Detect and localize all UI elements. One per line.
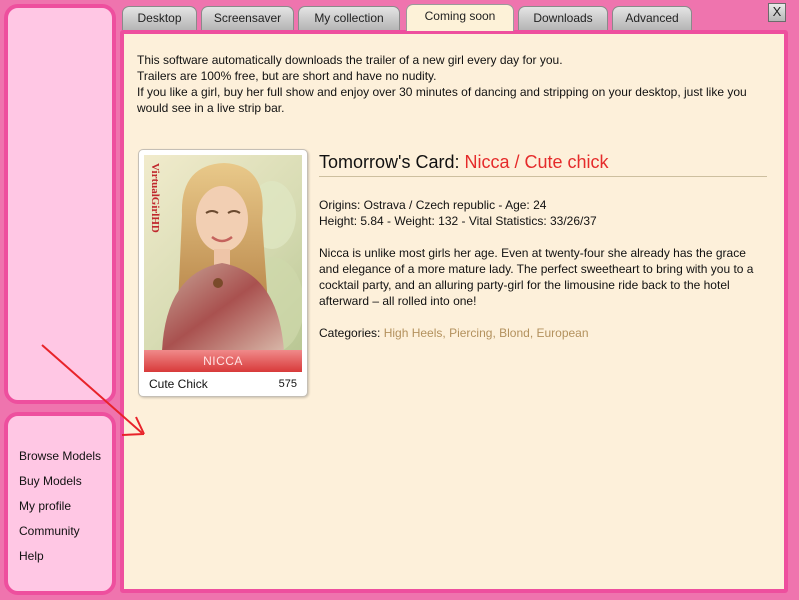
category-piercing[interactable]: Piercing	[449, 326, 492, 340]
model-origins: Origins: Ostrava / Czech republic - Age:…	[319, 198, 547, 212]
tab-coming-soon[interactable]: Coming soon	[406, 4, 514, 31]
model-categories: Categories: High Heels, Piercing, Blond,…	[319, 326, 589, 340]
intro-line-3: If you like a girl, buy her full show an…	[137, 85, 747, 115]
coming-soon-panel: This software automatically downloads th…	[120, 30, 788, 593]
card-title: Cute Chick	[149, 377, 208, 391]
tab-advanced[interactable]: Advanced	[612, 6, 692, 30]
category-high-heels[interactable]: High Heels	[384, 326, 443, 340]
tab-downloads[interactable]: Downloads	[518, 6, 608, 30]
close-button[interactable]: X	[768, 3, 786, 22]
model-photo-illustration: VirtualGirlHD	[149, 163, 302, 351]
category-blond[interactable]: Blond	[499, 326, 530, 340]
sidebar-nav-panel: Browse Models Buy Models My profile Comm…	[4, 412, 116, 595]
heading-prefix: Tomorrow's Card:	[319, 152, 465, 172]
heading-model-name: Nicca / Cute chick	[464, 152, 609, 172]
intro-line-2: Trailers are 100% free, but are short an…	[137, 69, 437, 83]
categories-label: Categories:	[319, 326, 384, 340]
category-european[interactable]: European	[536, 326, 588, 340]
tomorrow-card-heading: Tomorrow's Card: Nicca / Cute chick	[319, 150, 767, 174]
sidebar-top-panel	[4, 4, 116, 404]
card-number: 575	[278, 378, 297, 390]
model-photo: VirtualGirlHD	[144, 155, 302, 351]
model-details: Tomorrow's Card: Nicca / Cute chick Orig…	[319, 150, 767, 341]
nav-browse-models[interactable]: Browse Models	[19, 449, 101, 474]
nav-buy-models[interactable]: Buy Models	[19, 474, 101, 499]
nav-my-profile[interactable]: My profile	[19, 499, 101, 524]
tab-screensaver[interactable]: Screensaver	[201, 6, 294, 30]
nav-community[interactable]: Community	[19, 524, 101, 549]
nav-help[interactable]: Help	[19, 549, 101, 574]
intro-text: This software automatically downloads th…	[137, 52, 777, 116]
pendant-shape	[213, 278, 223, 288]
tab-desktop[interactable]: Desktop	[122, 6, 197, 30]
tab-my-collection[interactable]: My collection	[298, 6, 400, 30]
intro-line-1: This software automatically downloads th…	[137, 53, 563, 67]
model-description: Nicca is unlike most girls her age. Even…	[319, 246, 754, 308]
model-stats: Height: 5.84 - Weight: 132 - Vital Stati…	[319, 214, 597, 228]
sidebar-nav-list: Browse Models Buy Models My profile Comm…	[19, 449, 101, 574]
model-card[interactable]: VirtualGirlHD NICCA Cute Chick 575	[138, 149, 308, 397]
card-name-bar: NICCA	[144, 350, 302, 372]
brand-watermark: VirtualGirlHD	[149, 163, 161, 233]
